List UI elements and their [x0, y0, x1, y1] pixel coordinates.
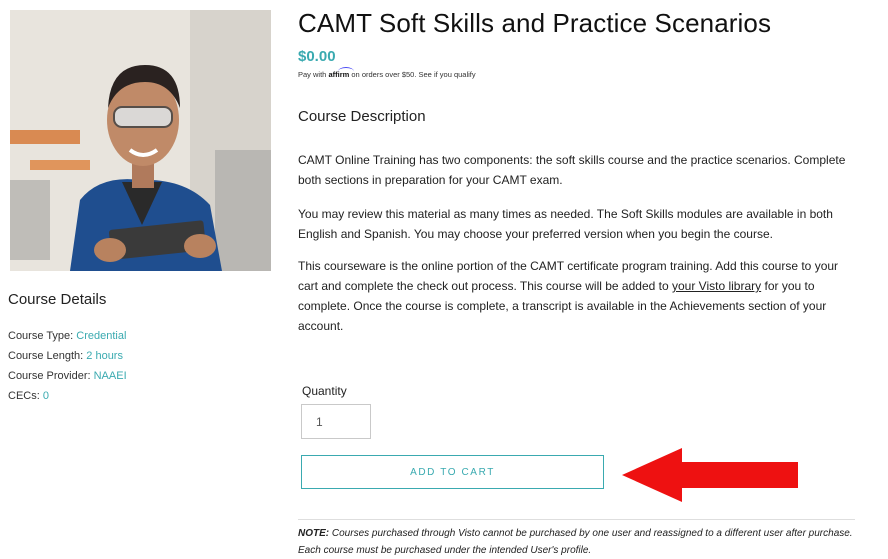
detail-label: CECs: [8, 390, 40, 402]
detail-row-length: Course Length: 2 hours [8, 349, 127, 369]
price: $0.00 [298, 48, 336, 65]
add-to-cart-button[interactable]: ADD TO CART [301, 455, 604, 489]
detail-row-cecs: CECs: 0 [8, 389, 127, 409]
affirm-promo: Pay with affirm on orders over $50. See … [298, 70, 476, 79]
course-type-link[interactable]: Credential [76, 330, 126, 342]
affirm-qualify-link[interactable]: on orders over $50. See if you qualify [351, 70, 475, 79]
detail-label: Course Type: [8, 330, 74, 342]
quantity-label: Quantity [302, 384, 347, 398]
technician-photo-illustration [10, 10, 271, 271]
course-description-heading: Course Description [298, 108, 426, 125]
note-text: Courses purchased through Visto cannot b… [298, 528, 853, 556]
detail-label: Course Provider: [8, 370, 91, 382]
course-details-heading: Course Details [8, 291, 107, 308]
description-paragraph-1: CAMT Online Training has two components:… [298, 153, 846, 187]
visto-library-link[interactable]: your Visto library [672, 279, 761, 293]
course-provider-link[interactable]: NAAEI [94, 370, 127, 382]
affirm-logo: affirm [328, 70, 350, 79]
affirm-prefix: Pay with [298, 70, 327, 79]
course-details-list: Course Type: Credential Course Length: 2… [8, 329, 127, 409]
page-title: CAMT Soft Skills and Practice Scenarios [298, 8, 772, 38]
description-paragraph-3: This courseware is the online portion of… [298, 256, 858, 336]
quantity-input[interactable] [301, 404, 371, 439]
red-arrow-pointer [622, 448, 798, 502]
divider [298, 519, 855, 520]
description-paragraph-2: You may review this material as many tim… [298, 207, 833, 241]
note-label: NOTE: [298, 528, 330, 539]
purchase-note: NOTE: Courses purchased through Visto ca… [298, 525, 858, 559]
cecs-value: 0 [42, 390, 49, 402]
course-photo [10, 10, 271, 271]
detail-row-type: Course Type: Credential [8, 329, 127, 349]
course-length-value: 2 hours [86, 350, 123, 362]
detail-label: Course Length: [8, 350, 84, 362]
detail-row-provider: Course Provider: NAAEI [8, 369, 127, 389]
